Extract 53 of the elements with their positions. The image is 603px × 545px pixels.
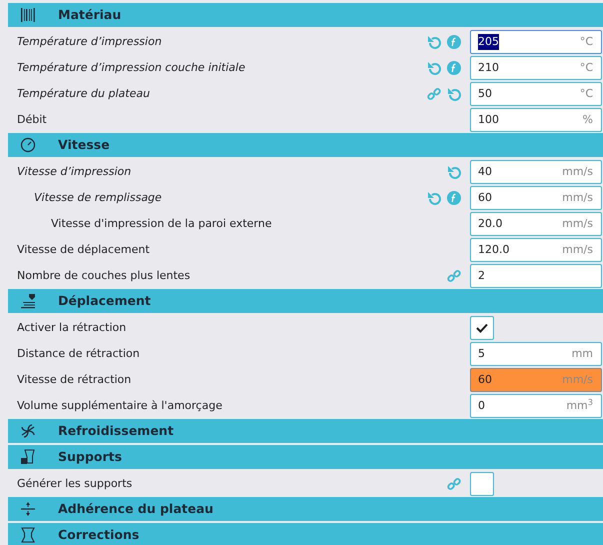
support-icon bbox=[20, 449, 36, 465]
material-icon bbox=[20, 7, 36, 23]
nozzle-icon bbox=[20, 293, 36, 309]
setting-label: Vitesse d’impression bbox=[16, 164, 132, 180]
link-icon[interactable] bbox=[447, 477, 461, 491]
reset-icon[interactable] bbox=[427, 61, 441, 75]
setting-label: Débit bbox=[16, 112, 48, 128]
number-field[interactable]: 60 mm/s bbox=[470, 368, 602, 392]
number-field[interactable]: 100 % bbox=[470, 108, 602, 132]
number-field[interactable]: 40 mm/s bbox=[470, 160, 602, 184]
category-header[interactable]: Déplacement bbox=[8, 289, 603, 313]
category-header[interactable]: Supports bbox=[8, 445, 603, 469]
setting-label: Vitesse de rétraction bbox=[16, 372, 132, 388]
number-field[interactable]: 60 mm/s bbox=[470, 186, 602, 210]
number-field[interactable]: 120.0 mm/s bbox=[470, 238, 602, 262]
check-icon bbox=[476, 323, 488, 333]
category-header[interactable]: Vitesse bbox=[8, 133, 603, 157]
setting-label: Température du plateau bbox=[16, 86, 151, 102]
formula-icon[interactable] bbox=[447, 35, 461, 49]
number-field[interactable]: 2 bbox=[470, 264, 602, 288]
checkbox[interactable] bbox=[470, 316, 494, 340]
number-field[interactable]: 210 °C bbox=[470, 56, 602, 80]
reset-icon[interactable] bbox=[427, 191, 441, 205]
link-icon[interactable] bbox=[447, 269, 461, 283]
reset-icon[interactable] bbox=[447, 165, 461, 179]
setting-label: Activer la rétraction bbox=[16, 320, 128, 336]
number-field[interactable]: 5 mm bbox=[470, 342, 602, 366]
setting-label: Vitesse de déplacement bbox=[16, 242, 151, 258]
category-header[interactable]: Corrections bbox=[8, 523, 603, 545]
setting-label: Générer les supports bbox=[16, 476, 134, 492]
category-header[interactable]: Matériau bbox=[8, 3, 603, 27]
number-field[interactable]: 205 °C bbox=[470, 30, 602, 54]
setting-label: Nombre de couches plus lentes bbox=[16, 268, 192, 284]
reset-icon[interactable] bbox=[447, 87, 461, 101]
setting-label: Température d’impression couche initiale bbox=[16, 60, 246, 76]
reset-icon[interactable] bbox=[427, 35, 441, 49]
link-icon[interactable] bbox=[427, 87, 441, 101]
setting-label: Vitesse d'impression de la paroi externe bbox=[50, 216, 273, 232]
formula-icon[interactable] bbox=[447, 61, 461, 75]
category-header[interactable]: Refroidissement bbox=[8, 419, 603, 443]
gauge-icon bbox=[20, 137, 36, 153]
setting-label: Volume supplémentaire à l'amorçage bbox=[16, 398, 224, 414]
setting-label: Distance de rétraction bbox=[16, 346, 141, 362]
number-field[interactable]: 50 °C bbox=[470, 82, 602, 106]
number-field[interactable]: 0 mm$^{3}$ bbox=[470, 394, 602, 418]
checkbox[interactable] bbox=[470, 472, 494, 496]
shape-icon bbox=[20, 527, 36, 543]
formula-icon[interactable] bbox=[447, 191, 461, 205]
setting-label: Vitesse de remplissage bbox=[33, 190, 163, 206]
category-header[interactable]: Adhérence du plateau bbox=[8, 497, 603, 521]
fan-icon bbox=[20, 423, 36, 439]
number-field[interactable]: 20.0 mm/s bbox=[470, 212, 602, 236]
setting-label: Température d’impression bbox=[16, 34, 163, 50]
